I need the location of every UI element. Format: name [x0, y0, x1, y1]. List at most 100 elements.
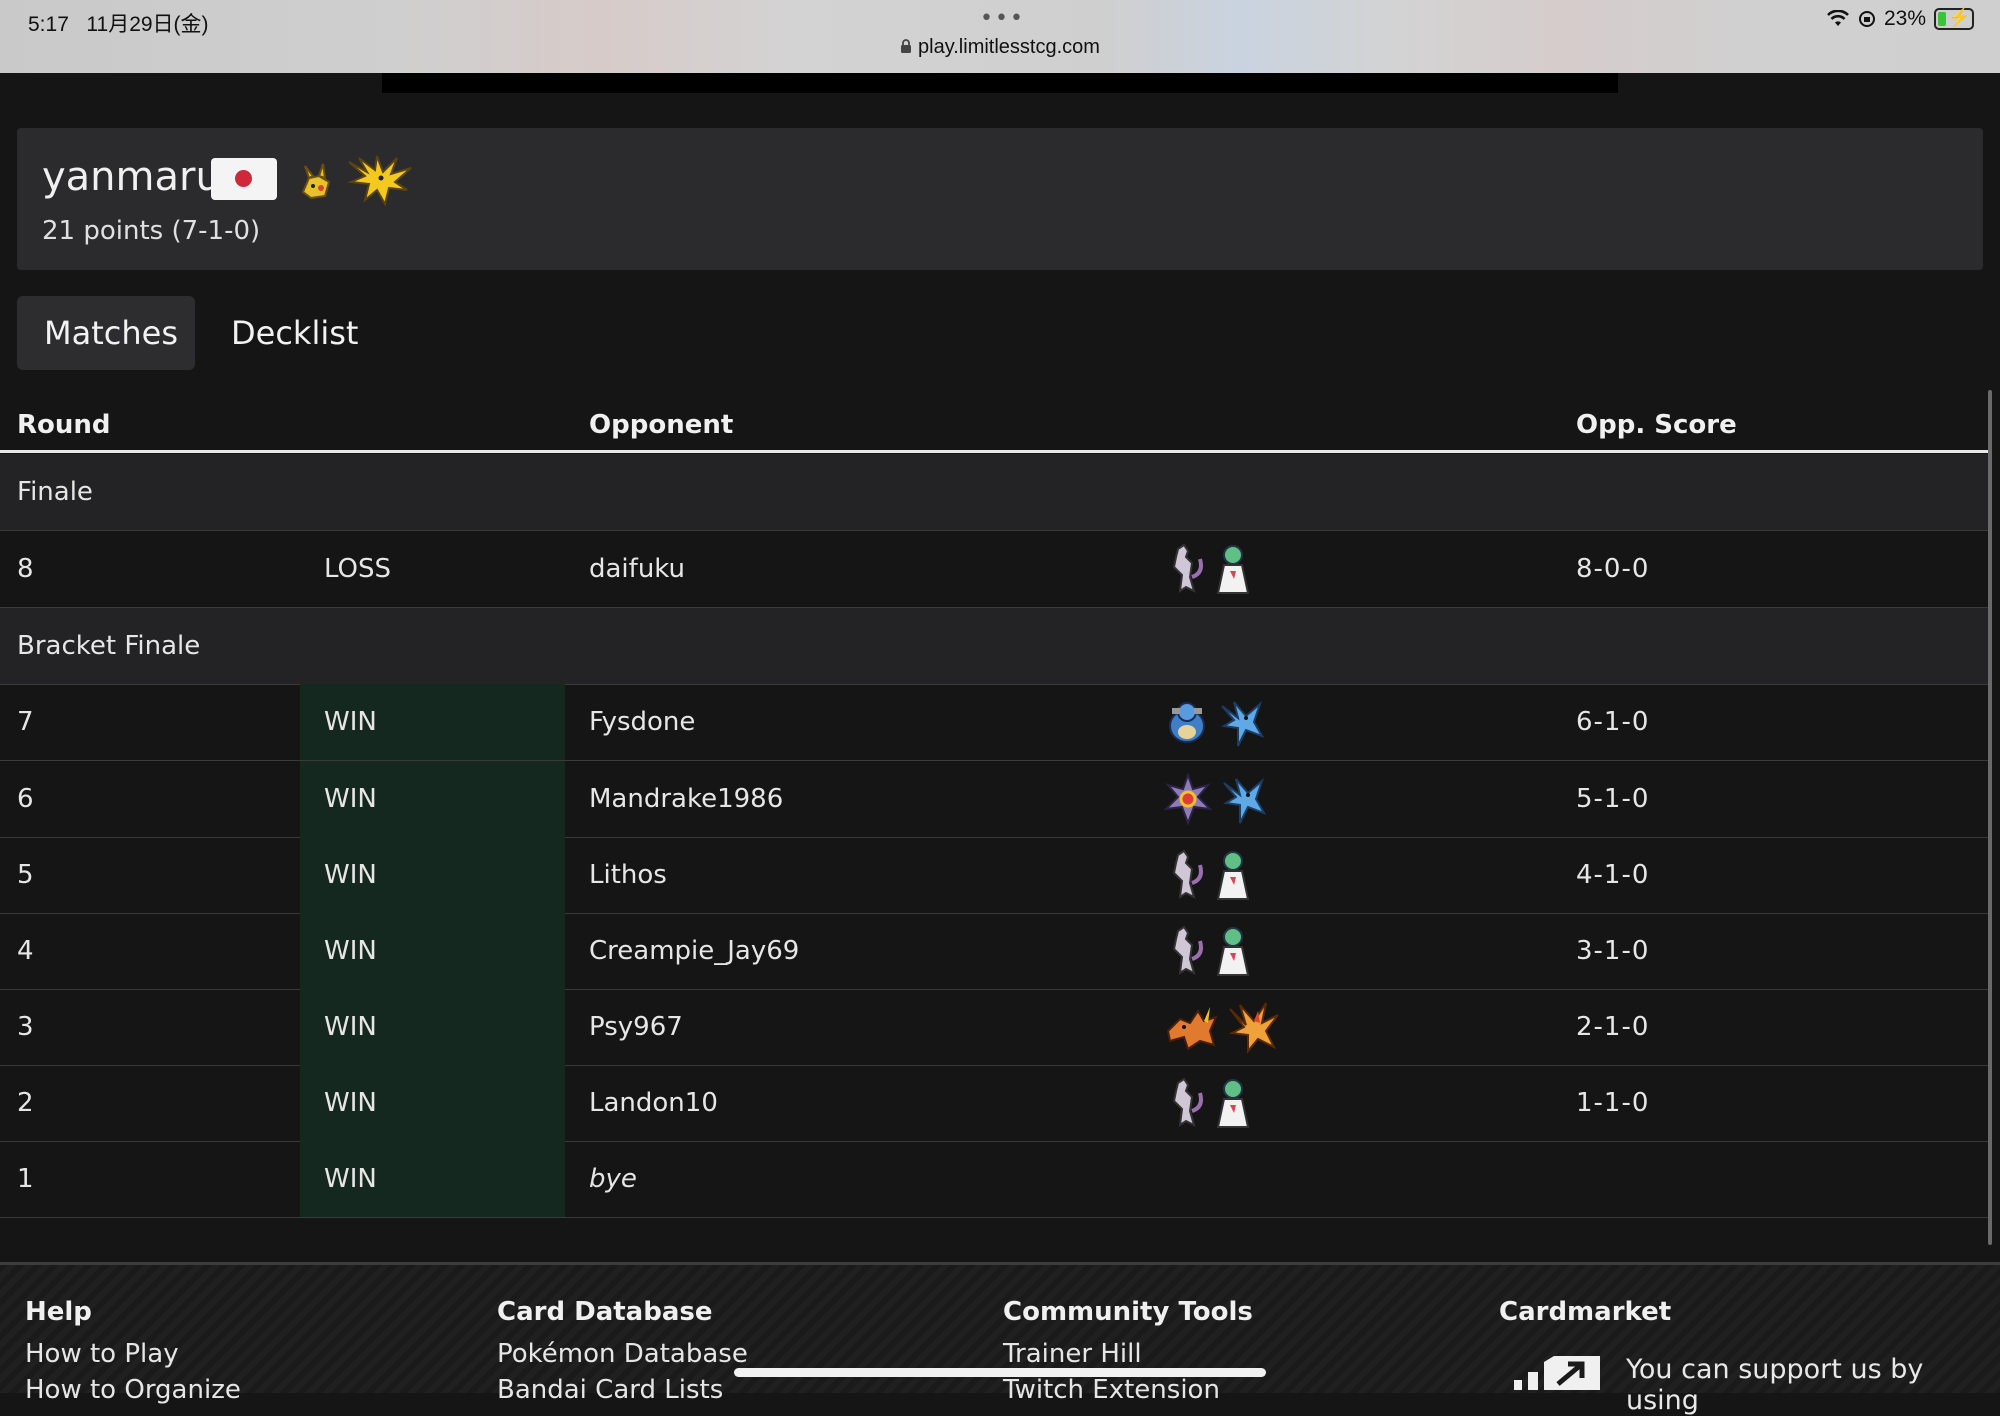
player-summary-card: yanmaru 21 points (7-1-0)	[17, 128, 1983, 270]
footer-link-twitch-extension[interactable]: Twitch Extension	[1003, 1375, 1253, 1405]
home-indicator[interactable]	[734, 1368, 1266, 1377]
opponent-score: 5-1-0	[1576, 784, 1650, 814]
pikachu-icon	[301, 163, 331, 200]
footer-heading: Cardmarket	[1499, 1297, 1672, 1327]
matches-table-header: Round Opponent Opp. Score	[0, 396, 1988, 453]
table-row: 7 WIN Fysdone 6-1-0	[0, 684, 1988, 761]
opponent-score: 6-1-0	[1576, 707, 1650, 737]
footer-link-pokemon-database[interactable]: Pokémon Database	[497, 1339, 748, 1369]
opponent-deck-icons[interactable]	[1164, 773, 1268, 825]
mewtwo-icon	[1172, 1077, 1203, 1128]
match-result: WIN	[300, 684, 565, 760]
column-opp-score: Opp. Score	[1576, 410, 1737, 440]
table-row: 6 WIN Mandrake1986 5-1-0	[0, 761, 1988, 838]
round-number: 8	[17, 554, 34, 584]
match-result: WIN	[300, 837, 565, 913]
table-row: 1 WIN bye	[0, 1141, 1988, 1218]
japan-flag-icon	[211, 158, 277, 200]
wifi-icon	[1827, 10, 1849, 26]
status-time-date: 5:17 11月29日(金)	[28, 13, 209, 36]
gardevoir-icon	[1216, 1079, 1250, 1128]
status-indicators: 23% ⚡	[1826, 7, 1974, 31]
match-result: WIN	[300, 989, 565, 1065]
match-result: LOSS	[324, 554, 392, 584]
match-result: WIN	[300, 761, 565, 837]
footer-heading: Card Database	[497, 1297, 713, 1327]
opponent-deck-icons[interactable]	[1164, 543, 1254, 595]
round-number: 6	[17, 784, 34, 814]
section-title: Bracket Finale	[17, 631, 201, 661]
opponent-name[interactable]: Fysdone	[589, 684, 695, 760]
opponent-score: 2-1-0	[1576, 1012, 1650, 1042]
opponent-score: 3-1-0	[1576, 936, 1650, 966]
opponent-deck-icons[interactable]	[1164, 925, 1254, 977]
cardmarket-logo-icon[interactable]	[1508, 1350, 1600, 1390]
footer-card-database: Card Database Pokémon Database Bandai Ca…	[497, 1297, 748, 1405]
section-title: Finale	[17, 477, 93, 507]
round-number: 5	[17, 860, 34, 890]
match-result: WIN	[300, 913, 565, 989]
round-number: 2	[17, 1088, 34, 1118]
cardmarket-support-text: You can support us by using	[1626, 1354, 1924, 1416]
zapdos-icon	[347, 155, 412, 207]
opponent-name[interactable]: Lithos	[589, 837, 667, 913]
opponent-name[interactable]: Creampie_Jay69	[589, 913, 799, 989]
section-row: Finale	[0, 454, 1988, 531]
opponent-name: bye	[589, 1164, 637, 1194]
round-number: 1	[17, 1164, 34, 1194]
more-dots-icon[interactable]: •••	[980, 6, 1025, 31]
opponent-deck-icons[interactable]	[1164, 849, 1254, 901]
round-number: 3	[17, 1012, 34, 1042]
ios-status-bar: 5:17 11月29日(金) ••• play.limitlesstcg.com…	[0, 0, 2000, 73]
battery-percent: 23%	[1883, 7, 1926, 30]
player-points: 21 points (7-1-0)	[42, 216, 261, 246]
opponent-name[interactable]: daifuku	[589, 531, 685, 607]
footer-link-trainer-hill[interactable]: Trainer Hill	[1003, 1339, 1253, 1369]
table-row: 5 WIN Lithos 4-1-0	[0, 837, 1988, 914]
charizard-icon	[1166, 1007, 1218, 1051]
lock-icon	[901, 39, 912, 53]
column-round: Round	[17, 410, 111, 440]
moltres-icon	[1228, 1002, 1279, 1053]
gardevoir-icon	[1216, 545, 1250, 594]
opponent-deck-icons[interactable]	[1164, 1077, 1254, 1129]
match-result: WIN	[300, 1065, 565, 1141]
footer-heading: Community Tools	[1003, 1297, 1253, 1327]
column-opponent: Opponent	[589, 410, 734, 440]
footer-community-tools: Community Tools Trainer Hill Twitch Exte…	[1003, 1297, 1253, 1405]
footer-link-how-to-organize[interactable]: How to Organize	[25, 1375, 241, 1405]
table-row: 8 LOSS daifuku 8-0-0	[0, 531, 1988, 608]
player-deck-icons	[295, 152, 415, 208]
footer-heading: Help	[25, 1297, 92, 1327]
opponent-deck-icons[interactable]	[1164, 1001, 1280, 1053]
footer-cardmarket: Cardmarket	[1499, 1297, 1671, 1327]
table-row: 4 WIN Creampie_Jay69 3-1-0	[0, 913, 1988, 990]
tab-decklist[interactable]: Decklist	[205, 296, 384, 370]
mewtwo-icon	[1172, 925, 1203, 976]
opponent-name[interactable]: Landon10	[589, 1065, 718, 1141]
round-number: 7	[17, 707, 34, 737]
gardevoir-icon	[1216, 927, 1250, 976]
battery-icon: ⚡	[1934, 7, 1974, 30]
table-row: 2 WIN Landon10 1-1-0	[0, 1065, 1988, 1142]
url-text: play.limitlesstcg.com	[918, 36, 1100, 58]
opponent-name[interactable]: Mandrake1986	[589, 761, 783, 837]
tab-matches[interactable]: Matches	[17, 296, 195, 370]
gardevoir-icon	[1216, 851, 1250, 900]
opponent-deck-icons[interactable]	[1164, 696, 1266, 748]
mewtwo-icon	[1172, 543, 1203, 594]
footer-link-how-to-play[interactable]: How to Play	[25, 1339, 241, 1369]
footer-link-bandai-card-lists[interactable]: Bandai Card Lists	[497, 1375, 748, 1405]
page-top-banner	[382, 73, 1618, 93]
mewtwo-icon	[1172, 849, 1203, 900]
starmie-icon	[1164, 773, 1212, 825]
table-row: 3 WIN Psy967 2-1-0	[0, 989, 1988, 1066]
match-result: WIN	[300, 1141, 565, 1217]
opponent-score: 1-1-0	[1576, 1088, 1650, 1118]
page-scrollbar[interactable]	[1988, 390, 1992, 1245]
opponent-score: 4-1-0	[1576, 860, 1650, 890]
opponent-name[interactable]: Psy967	[589, 989, 683, 1065]
section-row: Bracket Finale	[0, 608, 1988, 685]
address-bar[interactable]: play.limitlesstcg.com	[0, 36, 2000, 59]
blastoise-icon	[1169, 702, 1205, 743]
